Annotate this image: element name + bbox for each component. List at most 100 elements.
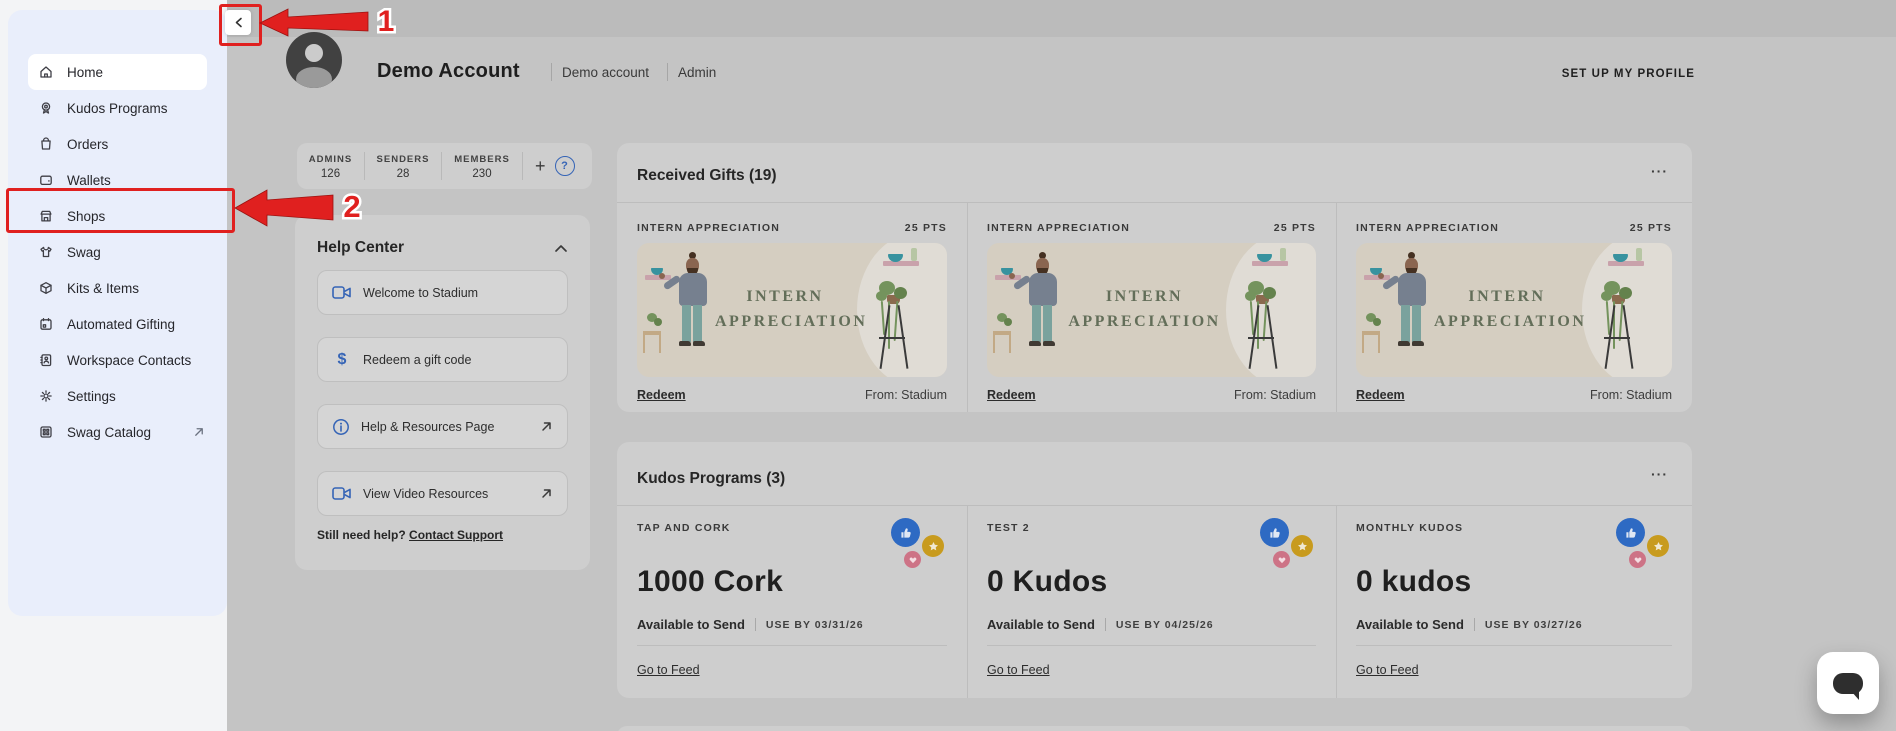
video-camera-icon <box>332 486 352 501</box>
sidebar-item-swag-catalog[interactable]: Swag Catalog <box>28 414 207 450</box>
illustration-person-leg <box>1401 305 1410 342</box>
workspace-stats-card: ADMINS 126 SENDERS 28 MEMBERS 230 + ? <box>297 143 592 189</box>
availability-row: Available to Send USE BY 04/25/26 <box>987 617 1214 632</box>
svg-text:1: 1 <box>378 5 395 38</box>
sidebar-item-label: Swag Catalog <box>67 425 151 440</box>
gift-card-label: INTERN APPRECIATION <box>637 222 780 234</box>
thumbs-up-icon <box>1260 518 1289 547</box>
illustration-shelf <box>645 275 671 280</box>
illustration-person-shoe <box>1029 341 1041 346</box>
stat-value: 230 <box>442 168 522 180</box>
set-up-profile-link[interactable]: SET UP MY PROFILE <box>1562 68 1695 80</box>
stat-admins: ADMINS 126 <box>297 152 364 180</box>
redeem-link[interactable]: Redeem <box>1356 388 1405 402</box>
redeem-link[interactable]: Redeem <box>637 388 686 402</box>
external-link-icon <box>540 420 553 433</box>
stat-divider <box>522 152 523 180</box>
kudos-programs-panel: Kudos Programs (3) ··· TAP AND CORK 1000… <box>617 442 1692 698</box>
redeem-link[interactable]: Redeem <box>987 388 1036 402</box>
help-item-label: View Video Resources <box>363 487 488 501</box>
avatar-head-silhouette <box>305 44 323 62</box>
illustration-foliage <box>1245 291 1256 301</box>
received-gifts-title: Received Gifts (19) <box>637 167 777 185</box>
star-icon <box>1647 535 1669 557</box>
sidebar-item-label: Orders <box>67 137 108 152</box>
availability-row: Available to Send USE BY 03/27/26 <box>1356 617 1583 632</box>
illustration-person-shoe <box>1412 341 1424 346</box>
star-icon <box>1291 535 1313 557</box>
gift-card-footer: Redeem From: Stadium <box>987 388 1316 402</box>
sidebar: Home Kudos Programs Orders Wallets Shops… <box>8 10 227 616</box>
go-to-feed-link[interactable]: Go to Feed <box>1356 663 1419 677</box>
panel-menu-button[interactable]: ··· <box>1651 163 1668 179</box>
sidebar-item-kudos-programs[interactable]: Kudos Programs <box>28 90 207 126</box>
external-link-icon <box>193 426 205 438</box>
kudos-card-label: TAP AND CORK <box>637 522 731 534</box>
sidebar-item-swag[interactable]: Swag <box>28 234 207 270</box>
help-item-welcome[interactable]: Welcome to Stadium <box>317 270 568 315</box>
illustration-foliage <box>654 318 662 326</box>
column-divider <box>1336 505 1337 698</box>
gift-points: 25 PTS <box>1274 222 1316 234</box>
gift-from-text: From: Stadium <box>865 388 947 402</box>
column-divider <box>967 202 968 412</box>
illustration-person-torso <box>1029 273 1057 306</box>
illustration-person-shoe <box>679 341 691 346</box>
contact-support-link[interactable]: Contact Support <box>409 528 503 542</box>
add-member-button[interactable]: + <box>535 156 546 177</box>
info-icon <box>332 418 350 436</box>
help-item-label: Help & Resources Page <box>361 420 494 434</box>
shopping-bag-icon <box>38 136 54 152</box>
use-by-label: USE BY 03/27/26 <box>1485 619 1583 631</box>
video-camera-icon <box>332 285 352 300</box>
gift-from-text: From: Stadium <box>1590 388 1672 402</box>
annotation-number-2: 2 <box>334 184 370 228</box>
kudos-card-label: TEST 2 <box>987 522 1030 534</box>
help-item-resources-page[interactable]: Help & Resources Page <box>317 404 568 449</box>
sidebar-item-label: Settings <box>67 389 116 404</box>
sidebar-item-settings[interactable]: Settings <box>28 378 207 414</box>
illustration-foliage <box>1004 318 1012 326</box>
go-to-feed-link[interactable]: Go to Feed <box>637 663 700 677</box>
illustration-foliage <box>1373 318 1381 326</box>
kudos-balance: 0 Kudos <box>987 565 1107 599</box>
external-link-icon <box>540 487 553 500</box>
chevron-up-icon[interactable] <box>554 243 568 253</box>
reaction-emoji-cluster <box>1260 518 1316 570</box>
top-app-bar <box>227 0 1896 37</box>
card-divider <box>987 645 1316 646</box>
stat-label: MEMBERS <box>442 154 522 165</box>
card-divider <box>637 645 947 646</box>
annotation-box-shops <box>6 188 235 233</box>
sidebar-item-label: Automated Gifting <box>67 317 175 332</box>
illustration-person-leg <box>1412 305 1421 342</box>
help-item-label: Welcome to Stadium <box>363 286 478 300</box>
thumbs-up-icon <box>891 518 920 547</box>
stat-members: MEMBERS 230 <box>442 152 522 180</box>
help-center-title: Help Center <box>317 239 404 257</box>
sidebar-item-automated-gifting[interactable]: Automated Gifting <box>28 306 207 342</box>
illustration-person-leg <box>1043 305 1052 342</box>
illustration-vase <box>1636 248 1642 261</box>
sidebar-item-workspace-contacts[interactable]: Workspace Contacts <box>28 342 207 378</box>
illustration-shelf <box>1608 261 1644 266</box>
sidebar-item-home[interactable]: Home <box>28 54 207 90</box>
sidebar-item-kits-items[interactable]: Kits & Items <box>28 270 207 306</box>
sidebar-item-label: Swag <box>67 245 101 260</box>
svg-text:2: 2 <box>343 189 360 224</box>
help-circle-icon[interactable]: ? <box>555 156 575 176</box>
chat-widget-button[interactable] <box>1817 652 1879 714</box>
gear-icon <box>38 388 54 404</box>
go-to-feed-link[interactable]: Go to Feed <box>987 663 1050 677</box>
wallet-icon <box>38 172 54 188</box>
panel-menu-button[interactable]: ··· <box>1651 466 1668 482</box>
kudos-programs-title: Kudos Programs (3) <box>637 470 785 488</box>
column-divider <box>1336 202 1337 412</box>
sidebar-item-orders[interactable]: Orders <box>28 126 207 162</box>
help-item-video-resources[interactable]: View Video Resources <box>317 471 568 516</box>
gift-points: 25 PTS <box>1630 222 1672 234</box>
chat-bubble-icon <box>1833 673 1863 694</box>
kudos-card-label: MONTHLY KUDOS <box>1356 522 1463 534</box>
help-item-redeem-code[interactable]: $ Redeem a gift code <box>317 337 568 382</box>
illustration-foliage <box>1619 287 1632 299</box>
